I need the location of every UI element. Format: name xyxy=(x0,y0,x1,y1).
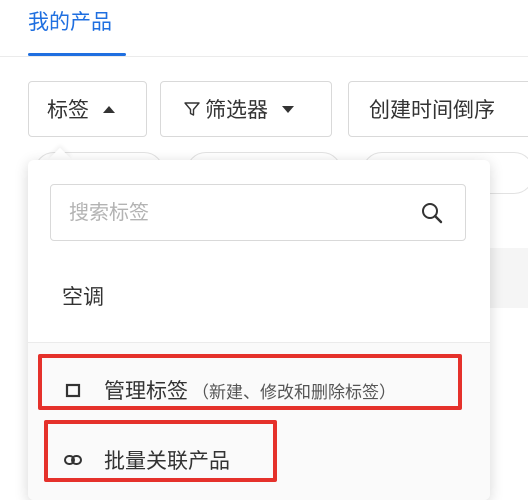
search-icon[interactable] xyxy=(419,200,445,226)
filter-button[interactable]: 筛选器 xyxy=(160,81,332,137)
sort-button[interactable]: 创建时间倒序 xyxy=(348,81,528,137)
tag-search-box xyxy=(50,184,466,241)
table-header-strip xyxy=(490,248,528,308)
annotation-highlight xyxy=(38,354,462,410)
caret-down-icon xyxy=(282,105,294,113)
tab-my-products[interactable]: 我的产品 xyxy=(28,6,112,36)
tab-bar: 我的产品 xyxy=(0,0,528,57)
tag-option[interactable]: 空调 xyxy=(62,281,104,311)
annotation-highlight xyxy=(44,420,277,482)
active-tab-indicator xyxy=(28,53,126,56)
tag-search-input[interactable] xyxy=(69,195,409,229)
sort-button-label: 创建时间倒序 xyxy=(369,98,495,122)
filter-button-label: 筛选器 xyxy=(205,98,268,122)
tag-button-label: 标签 xyxy=(47,98,89,122)
filter-icon xyxy=(184,102,200,116)
caret-up-icon xyxy=(103,105,115,113)
tag-dropdown-button[interactable]: 标签 xyxy=(28,81,147,137)
